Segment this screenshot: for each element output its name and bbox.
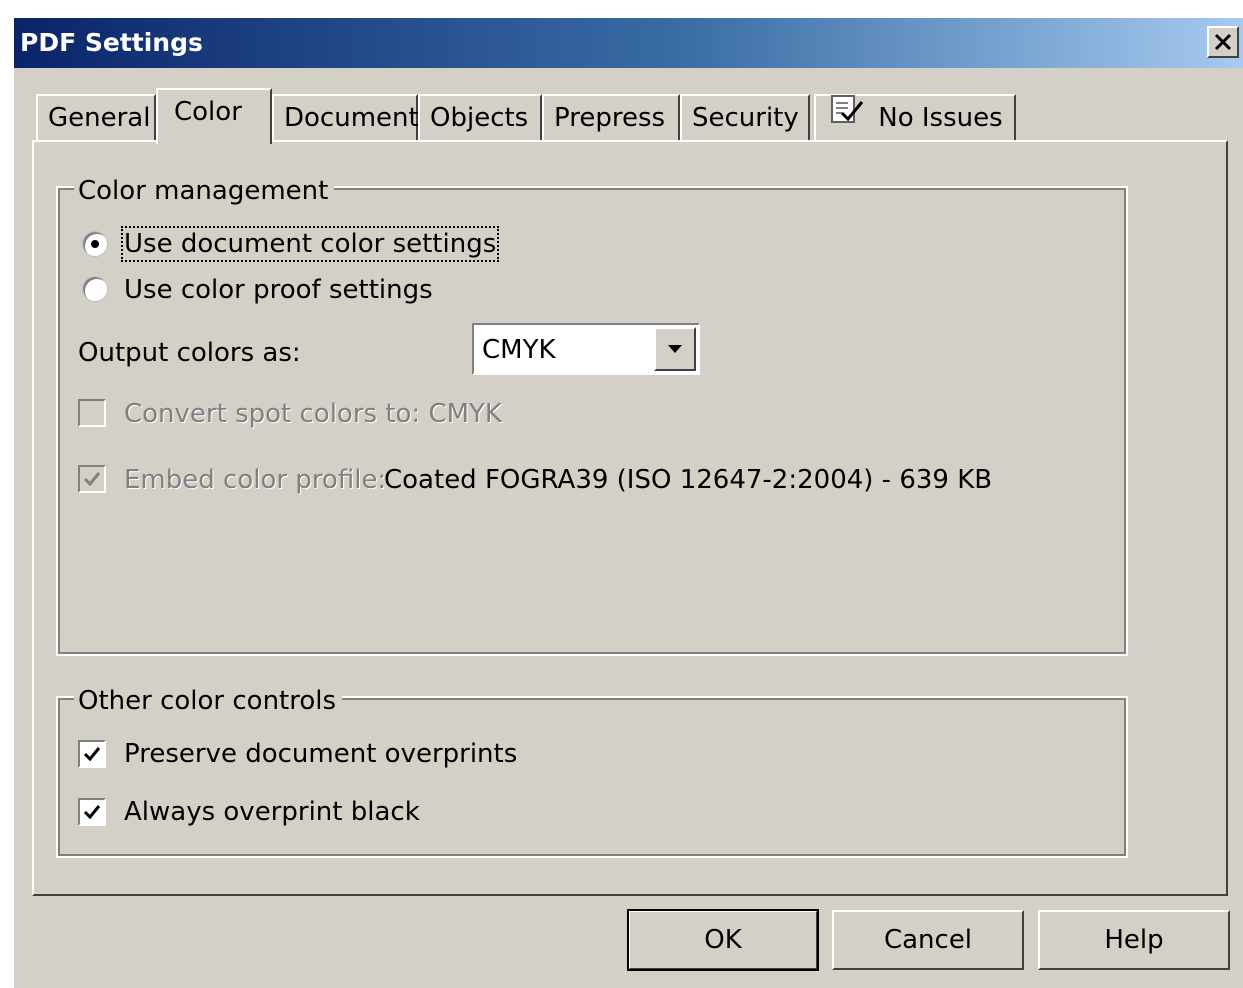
output-colors-select[interactable]: CMYK <box>472 323 700 375</box>
overprint-black-checkbox[interactable] <box>78 798 106 826</box>
embed-profile-label: Embed color profile: <box>124 465 387 495</box>
radio-selected-dot <box>91 240 99 248</box>
tab-general[interactable]: General <box>36 94 156 140</box>
tab-security[interactable]: Security <box>680 94 810 140</box>
embed-profile-value: Coated FOGRA39 (ISO 12647-2:2004) - 639 … <box>384 465 993 495</box>
use-document-settings-label[interactable]: Use document color settings <box>120 226 500 262</box>
tab-no-issues[interactable]: No Issues <box>814 94 1016 140</box>
output-colors-value: CMYK <box>482 335 556 365</box>
color-management-label: Color management <box>74 176 335 206</box>
preserve-overprints-label[interactable]: Preserve document overprints <box>124 739 517 769</box>
overprint-black-label[interactable]: Always overprint black <box>124 797 420 827</box>
tab-label: Objects <box>430 103 529 133</box>
pdf-settings-dialog: PDF Settings General Color Document Obje… <box>14 18 1243 988</box>
tab-color[interactable]: Color <box>156 88 272 144</box>
tab-label: No Issues <box>878 103 1003 133</box>
checklist-icon <box>830 94 864 138</box>
preserve-overprints-checkbox[interactable] <box>78 740 106 768</box>
close-icon <box>1214 33 1232 51</box>
radio-use-document-settings[interactable] <box>82 231 108 257</box>
window-title: PDF Settings <box>20 28 203 57</box>
use-proof-settings-label[interactable]: Use color proof settings <box>124 275 433 305</box>
radio-use-proof-settings[interactable] <box>82 276 108 302</box>
checkmark-icon <box>83 805 101 820</box>
tab-label: Document <box>284 103 419 133</box>
tab-label: Color <box>174 97 242 127</box>
convert-spot-label: Convert spot colors to: CMYK <box>124 399 502 429</box>
help-button[interactable]: Help <box>1038 910 1230 970</box>
tab-label: Prepress <box>554 103 666 133</box>
tab-label: General <box>48 103 151 133</box>
cancel-button[interactable]: Cancel <box>832 910 1024 970</box>
chevron-down-icon <box>668 345 682 353</box>
other-color-controls-group <box>56 696 1128 858</box>
title-bar[interactable]: PDF Settings <box>14 18 1243 68</box>
close-button[interactable] <box>1207 26 1239 58</box>
checkmark-icon <box>83 747 101 762</box>
dropdown-button[interactable] <box>654 327 696 371</box>
tab-objects[interactable]: Objects <box>418 94 542 140</box>
embed-profile-checkbox[interactable] <box>78 465 106 493</box>
tab-document[interactable]: Document <box>272 94 419 140</box>
other-color-controls-label: Other color controls <box>74 686 343 716</box>
tab-prepress[interactable]: Prepress <box>542 94 680 140</box>
ok-button[interactable]: OK <box>627 909 819 971</box>
convert-spot-checkbox[interactable] <box>78 399 106 427</box>
checkmark-icon <box>83 472 101 487</box>
active-tab-join <box>158 138 270 142</box>
tab-label: Security <box>692 103 799 133</box>
output-colors-label: Output colors as: <box>78 338 301 368</box>
